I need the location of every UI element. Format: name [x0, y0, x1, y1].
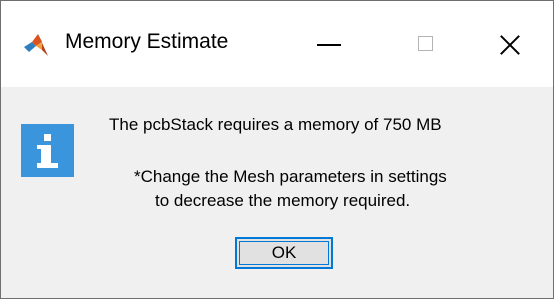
mesh-hint-line1: *Change the Mesh parameters in settings: [134, 167, 447, 186]
mesh-hint-line2: to decrease the memory required.: [155, 191, 411, 210]
dialog-window: Memory Estimate The pcbStack requires a …: [0, 0, 554, 299]
window-title: Memory Estimate: [65, 30, 229, 53]
focus-ring: [239, 241, 329, 265]
title-bar[interactable]: Memory Estimate: [1, 1, 553, 87]
ok-button[interactable]: OK: [235, 237, 333, 269]
maximize-icon[interactable]: [405, 23, 449, 67]
close-icon[interactable]: [488, 23, 532, 67]
matlab-icon: [24, 34, 48, 56]
minimize-icon[interactable]: [307, 23, 351, 67]
dialog-content: The pcbStack requires a memory of 750 MB…: [1, 87, 553, 298]
info-icon: [21, 124, 74, 177]
memory-message: The pcbStack requires a memory of 750 MB: [109, 115, 442, 134]
